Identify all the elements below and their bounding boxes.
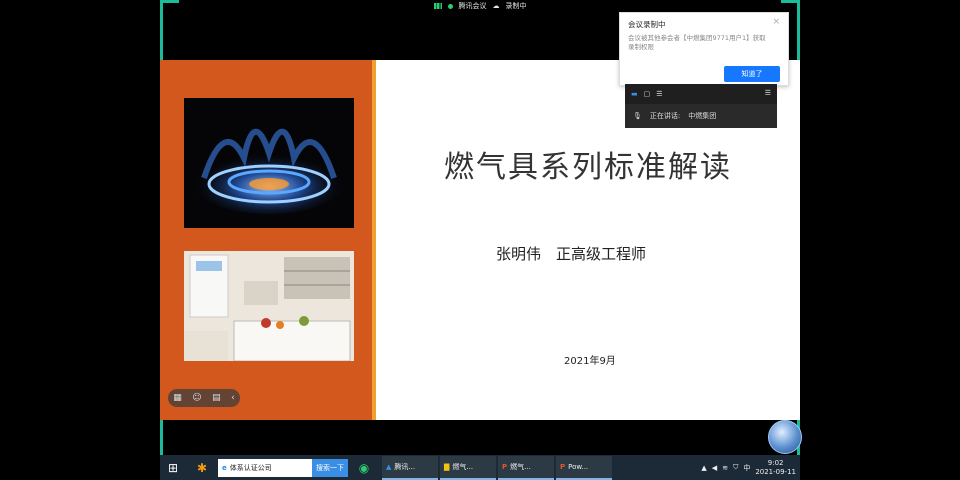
signal-icon [433,3,442,9]
grid-icon[interactable]: ▦ [173,393,182,403]
clock-date: 2021-09-11 [755,467,796,476]
taskbar-app-label: 燃气... [510,462,531,471]
gallery-view-icon[interactable]: ▢ [644,90,651,98]
windows-start-icon[interactable]: ⊞ [160,455,186,480]
speaker-panel-controls: ▬ ▢ ☰ ☰ [625,84,777,104]
clock-time: 9:02 [767,458,784,467]
slide-divider [372,60,376,420]
browser-icon[interactable]: ◉ [348,455,380,480]
powerpoint-icon: P [560,462,566,471]
meeting-dot-icon [447,3,453,9]
taskbar-app-label: 腾讯... [394,462,416,471]
slide-author: 张明伟 正高级工程师 [496,245,647,263]
windows-taskbar: ⊞ ✱ e 体系认证公司 搜索一下 ◉ ▲ 腾讯... ▇ 燃气... P 燃气… [160,455,800,480]
taskbar-clock[interactable]: 9:02 2021-09-11 [755,459,796,477]
slide-date: 2021年9月 [564,356,616,367]
meeting-status-bar: 腾讯会议 ☁ 录制中 [160,0,800,12]
chat-icon[interactable]: ▤ [212,393,221,403]
taskbar-search-input[interactable]: e 体系认证公司 [218,458,312,477]
folder-icon: ▇ [444,462,450,471]
taskbar-app-folder[interactable]: ▇ 燃气... [440,455,496,480]
ie-icon: e [222,463,227,472]
list-view-icon[interactable]: ☰ [656,90,662,98]
wifi-icon[interactable]: ≋ [722,464,728,472]
participant-avatar[interactable] [768,420,802,454]
speaking-label: 正在讲话: [649,112,681,120]
speaking-indicator: 🎙 正在讲话: 中燃集团 [625,104,777,128]
speaking-name: 中燃集团 [688,112,717,120]
taskbar-app-label: Pow... [568,462,589,471]
powerpoint-icon: P [502,462,508,471]
taskbar-app-meeting[interactable]: ▲ 腾讯... [382,455,438,480]
volume-icon[interactable]: ◀ [712,464,717,472]
search-value: 体系认证公司 [229,463,272,472]
search-button[interactable]: 搜索一下 [312,458,348,477]
menu-icon[interactable]: ☰ [765,89,771,97]
speaker-view-icon[interactable]: ▬ [631,90,638,98]
system-tray: ▲ ◀ ≋ ⛉ 中 9:02 2021-09-11 [701,459,800,477]
slide-control-toolbar: ▦ ☺ ▤ ‹ [168,389,240,407]
puzzle-app-icon[interactable]: ✱ [186,455,218,480]
cloud-icon: ☁ [492,2,500,10]
meeting-app-name[interactable]: 腾讯会议 [459,1,487,11]
slide-title: 燃气具系列标准解读 [444,150,732,185]
meeting-app-icon: ▲ [386,462,392,471]
notice-title: 会议录制中 [628,20,666,29]
taskbar-app-powerpoint-2[interactable]: P Pow... [556,455,612,480]
recording-notice-popup: 会议录制中 × 会议被其他参会者【中燃集团9771用户1】获取录制权限 知道了 [619,12,789,86]
microphone-icon: 🎙 [633,112,642,120]
collapse-toolbar-button[interactable]: ‹ [231,393,235,403]
recording-status[interactable]: 录制中 [506,1,527,11]
ime-indicator[interactable]: 中 [743,463,750,473]
shield-icon[interactable]: ⛉ [733,463,738,472]
network-icon[interactable]: ▲ [701,464,706,472]
acknowledge-button[interactable]: 知道了 [724,66,780,82]
speaker-panel: ▬ ▢ ☰ ☰ 🎙 正在讲话: 中燃集团 [625,84,777,128]
share-frame-corner [160,0,179,63]
taskbar-app-label: 燃气... [452,462,474,471]
notice-body: 会议被其他参会者【中燃集团9771用户1】获取录制权限 [628,34,766,51]
taskbar-app-powerpoint[interactable]: P 燃气... [498,455,554,480]
emoji-icon[interactable]: ☺ [192,393,201,403]
kitchen-image [184,251,354,361]
close-icon[interactable]: × [772,17,780,27]
gas-flame-image [184,98,354,228]
